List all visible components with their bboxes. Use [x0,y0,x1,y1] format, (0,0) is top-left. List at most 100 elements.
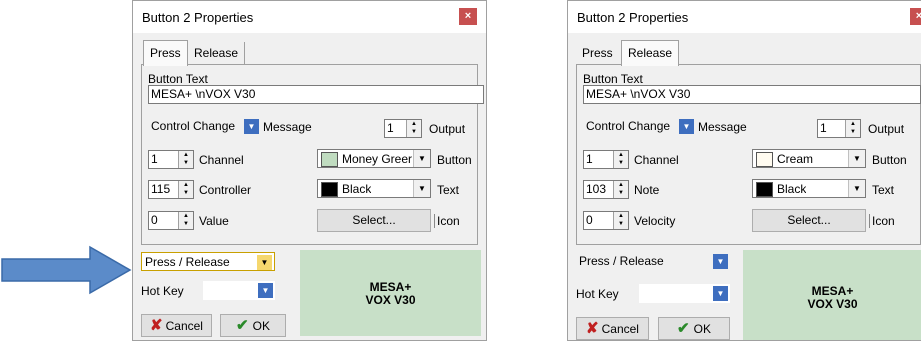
color-swatch [756,182,773,197]
button-preview: MESA+ VOX V30 [300,250,481,336]
button-text-input[interactable]: MESA+ \nVOX V30 [583,85,921,104]
cancel-x-icon: ✘ [586,320,599,337]
cancel-x-icon: ✘ [150,317,163,334]
text-color-label: Text [872,183,895,197]
message-label: Message [698,120,747,134]
spin-down-icon: ▼ [618,190,624,196]
channel-stepper[interactable]: 1 ▲ ▼ [583,150,629,169]
button-preview: MESA+ VOX V30 [743,250,921,340]
dialog-title: Button 2 Properties [142,10,254,25]
mode-dropdown[interactable]: Press / Release ▼ [141,252,275,271]
hotkey-dropdown[interactable]: ▼ [203,281,275,300]
chevron-down-icon: ▼ [413,180,430,197]
text-color-label: Text [437,183,460,197]
chevron-down-icon: ▼ [257,255,272,270]
spin-down-icon: ▼ [850,129,856,135]
button-properties-dialog-press: Button 2 Properties × Press Release Butt… [132,0,487,341]
tab-press[interactable]: Press [576,42,619,64]
hotkey-dropdown[interactable]: ▼ [639,284,730,303]
button-text-label: Button Text [583,72,643,86]
ok-button[interactable]: ✔ OK [220,314,286,337]
text-color-dropdown[interactable]: Black ▼ [317,179,431,198]
channel-label: Channel [634,153,679,167]
tab-release[interactable]: Release [188,42,246,64]
cancel-button[interactable]: ✘ Cancel [576,317,649,340]
button-properties-dialog-release: Button 2 Properties × Press Release Butt… [567,0,921,341]
controller-stepper[interactable]: 115 ▲ ▼ [148,180,194,199]
button-color-label: Button [872,153,907,167]
note-stepper[interactable]: 103 ▲ ▼ [583,180,629,199]
spin-down-icon: ▼ [618,221,624,227]
output-stepper[interactable]: 1 ▲ ▼ [384,119,422,138]
preview-line-2: VOX V30 [365,293,416,307]
message-label: Message [263,120,312,134]
color-swatch [756,152,773,167]
note-label: Note [634,183,660,197]
icon-label: Icon [434,214,460,228]
checkmark-icon: ✔ [677,320,690,337]
cancel-button[interactable]: ✘ Cancel [141,314,212,337]
chevron-down-icon: ▼ [713,286,728,301]
chevron-down-icon: ▼ [258,283,273,298]
chevron-down-icon: ▼ [244,119,259,134]
output-stepper[interactable]: 1 ▲ ▼ [817,119,861,138]
text-color-dropdown[interactable]: Black ▼ [752,179,866,198]
color-swatch [321,182,338,197]
ok-button[interactable]: ✔ OK [658,317,730,340]
controller-label: Controller [199,183,252,197]
dialog-title: Button 2 Properties [577,10,689,25]
color-swatch [321,152,338,167]
spin-down-icon: ▼ [183,221,189,227]
output-label: Output [868,122,905,136]
select-icon-button[interactable]: Select... [752,209,866,232]
spin-up-icon: ▲ [618,213,624,219]
chevron-down-icon: ▼ [679,119,694,134]
spin-down-icon: ▼ [183,190,189,196]
spin-up-icon: ▲ [183,213,189,219]
preview-line-1: MESA+ [811,284,854,298]
output-label: Output [429,122,466,136]
spin-up-icon: ▲ [183,182,189,188]
tab-press[interactable]: Press [143,40,188,66]
hotkey-label: Hot Key [141,284,184,298]
annotation-arrow-icon [1,245,132,295]
spin-up-icon: ▲ [618,152,624,158]
tab-release[interactable]: Release [621,40,680,66]
button-text-input[interactable]: MESA+ \nVOX V30 [148,85,484,104]
spin-up-icon: ▲ [850,121,856,127]
channel-stepper[interactable]: 1 ▲ ▼ [148,150,194,169]
spin-up-icon: ▲ [618,182,624,188]
chevron-down-icon: ▼ [848,180,865,197]
chevron-down-icon: ▼ [413,150,430,167]
select-icon-button[interactable]: Select... [317,209,431,232]
title-bar: Button 2 Properties × [568,1,921,33]
channel-label: Channel [199,153,244,167]
button-color-dropdown[interactable]: Cream ▼ [752,149,866,168]
message-type-dropdown[interactable]: Control Change ▼ [148,117,261,136]
close-button[interactable]: × [459,8,477,25]
velocity-label: Velocity [634,214,676,228]
button-color-dropdown[interactable]: Money Greer ▼ [317,149,431,168]
title-bar: Button 2 Properties × [133,1,486,33]
button-text-label: Button Text [148,72,208,86]
properties-panel: Button Text MESA+ \nVOX V30 Control Chan… [141,64,484,245]
preview-line-1: MESA+ [369,280,412,294]
chevron-down-icon: ▼ [848,150,865,167]
message-type-dropdown[interactable]: Control Change ▼ [583,117,696,136]
value-label: Value [199,214,229,228]
button-color-label: Button [437,153,472,167]
icon-label: Icon [869,214,895,228]
spin-down-icon: ▼ [618,160,624,166]
spin-down-icon: ▼ [411,129,417,135]
properties-panel: Button Text MESA+ \nVOX V30 Control Chan… [576,64,921,245]
velocity-stepper[interactable]: 0 ▲ ▼ [583,211,629,230]
spin-down-icon: ▼ [183,160,189,166]
value-stepper[interactable]: 0 ▲ ▼ [148,211,194,230]
hotkey-label: Hot Key [576,287,619,301]
spin-up-icon: ▲ [411,121,417,127]
preview-line-2: VOX V30 [807,297,858,311]
checkmark-icon: ✔ [236,317,249,334]
close-button[interactable]: × [910,8,921,25]
chevron-down-icon: ▼ [713,254,728,269]
mode-dropdown[interactable]: Press / Release ▼ [576,252,730,271]
